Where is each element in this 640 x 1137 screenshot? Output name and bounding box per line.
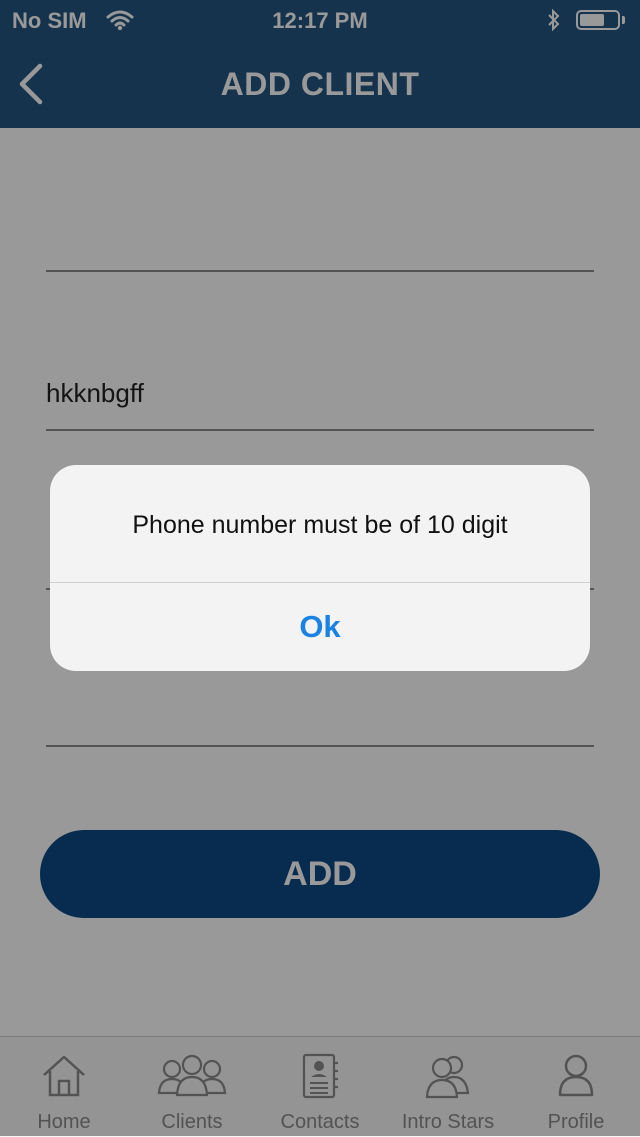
alert-dialog: Phone number must be of 10 digit Ok xyxy=(50,465,590,671)
alert-message: Phone number must be of 10 digit xyxy=(132,511,508,539)
ok-button[interactable]: Ok xyxy=(50,583,590,671)
